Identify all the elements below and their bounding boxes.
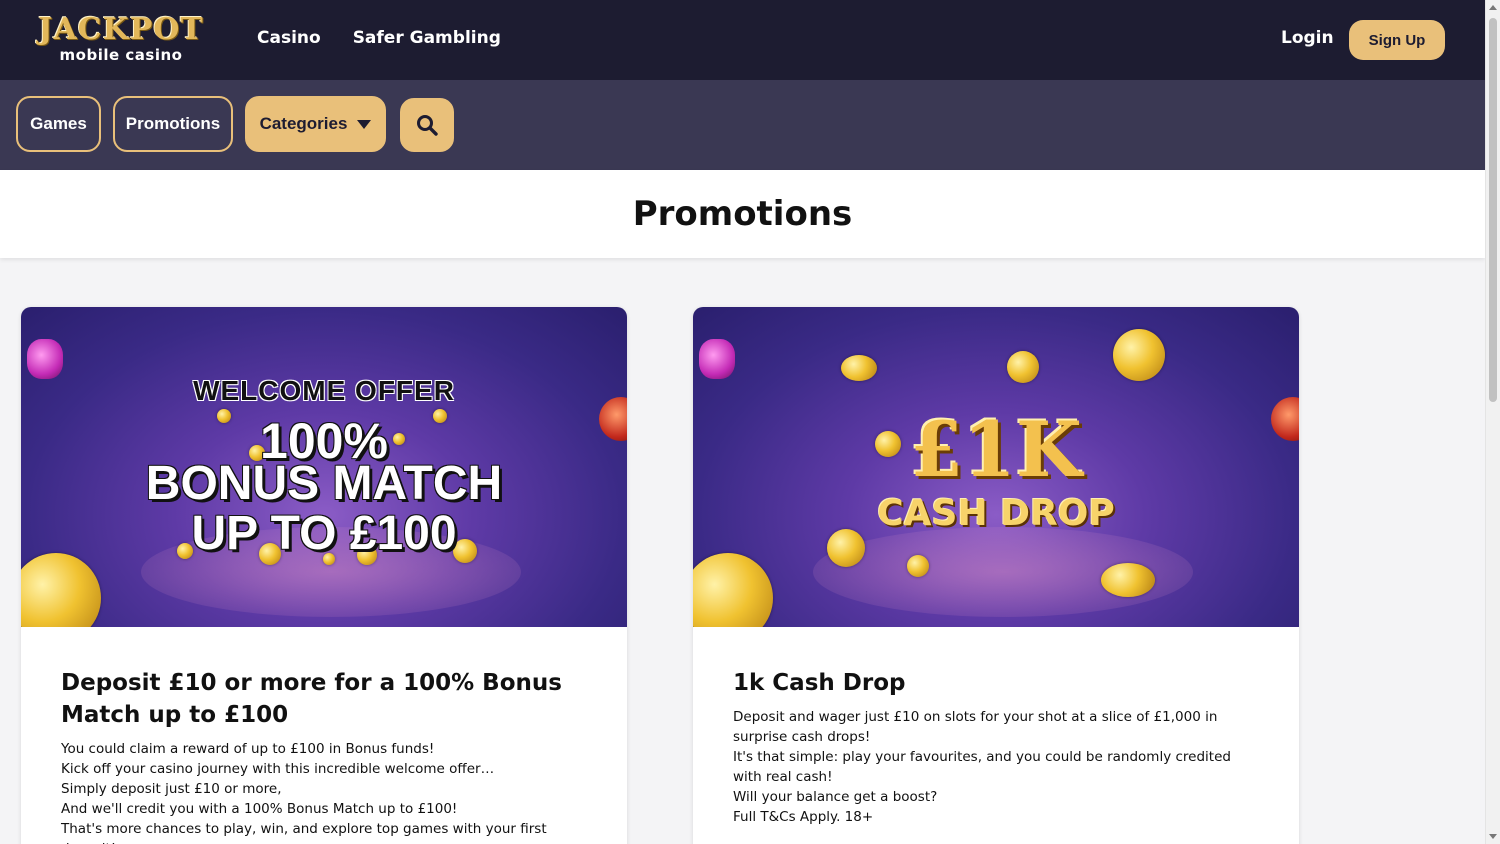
promo-line: Kick off your casino journey with this i… <box>61 761 495 777</box>
banner-bonus-match: BONUS MATCH <box>145 457 503 510</box>
search-icon <box>417 115 438 136</box>
main-nav: Casino Safer Gambling <box>257 28 501 48</box>
promotions-button[interactable]: Promotions <box>113 96 233 152</box>
promo-title: Deposit £10 or more for a 100% Bonus Mat… <box>61 670 562 728</box>
top-header: JACKPOT mobile casino Casino Safer Gambl… <box>0 0 1485 80</box>
nav-casino-link[interactable]: Casino <box>257 28 321 48</box>
page-scrollbar[interactable] <box>1485 0 1500 844</box>
login-link[interactable]: Login <box>1281 28 1334 48</box>
scrollbar-thumb[interactable] <box>1489 18 1497 402</box>
promo-line: Deposit and wager just £10 on slots for … <box>733 709 1218 745</box>
categories-label: Categories <box>259 114 348 133</box>
promo-line: You could claim a reward of up to £100 i… <box>61 741 435 757</box>
games-button[interactable]: Games <box>16 96 101 152</box>
scroll-up-icon[interactable] <box>1489 5 1497 10</box>
promo-banner-welcome: WELCOME OFFER 100% BONUS MATCH UP TO £10… <box>21 307 627 627</box>
logo-subtitle: mobile casino <box>59 46 183 64</box>
coin-icon <box>693 553 773 627</box>
page-title: Promotions <box>632 194 853 234</box>
promo-line: And we'll credit you with a 100% Bonus M… <box>61 801 458 817</box>
banner-cash-drop: CASH DROP <box>877 493 1115 534</box>
promo-line: Full T&Cs Apply. 18+ <box>733 809 874 825</box>
scroll-down-icon[interactable] <box>1489 834 1497 839</box>
jackpot-logo[interactable]: JACKPOT mobile casino <box>36 14 206 70</box>
signup-button[interactable]: Sign Up <box>1349 20 1445 60</box>
banner-up-to: UP TO £100 <box>191 507 457 560</box>
promo-title: 1k Cash Drop <box>733 670 906 696</box>
category-bar: Games Promotions Categories <box>0 80 1485 170</box>
promo-card-welcome[interactable]: WELCOME OFFER 100% BONUS MATCH UP TO £10… <box>21 307 627 844</box>
promo-card-cash-drop[interactable]: £1K CASH DROP 1k Cash Drop Deposit and w… <box>693 307 1299 844</box>
promo-body-welcome: Deposit £10 or more for a 100% Bonus Mat… <box>21 627 627 844</box>
promo-banner-cash-drop: £1K CASH DROP <box>693 307 1299 627</box>
promo-body-cash-drop: 1k Cash Drop Deposit and wager just £10 … <box>693 627 1299 827</box>
page-title-band: Promotions <box>0 170 1485 258</box>
search-button[interactable] <box>400 98 454 152</box>
nav-safer-gambling-link[interactable]: Safer Gambling <box>353 28 501 48</box>
gem-icon <box>27 339 63 379</box>
categories-dropdown[interactable]: Categories <box>245 96 386 152</box>
promo-line: Simply deposit just £10 or more, <box>61 781 282 797</box>
coin-icon <box>21 553 101 627</box>
banner-welcome-offer: WELCOME OFFER <box>193 375 455 406</box>
gem-icon <box>699 339 735 379</box>
caret-down-icon <box>357 119 372 129</box>
logo-wordmark: JACKPOT <box>38 12 204 47</box>
promo-line: It's that simple: play your favourites, … <box>733 749 1231 785</box>
promo-line: Will your balance get a boost? <box>733 789 938 805</box>
banner-1k: £1K <box>910 405 1082 494</box>
promo-line: That's more chances to play, win, and ex… <box>61 821 547 844</box>
